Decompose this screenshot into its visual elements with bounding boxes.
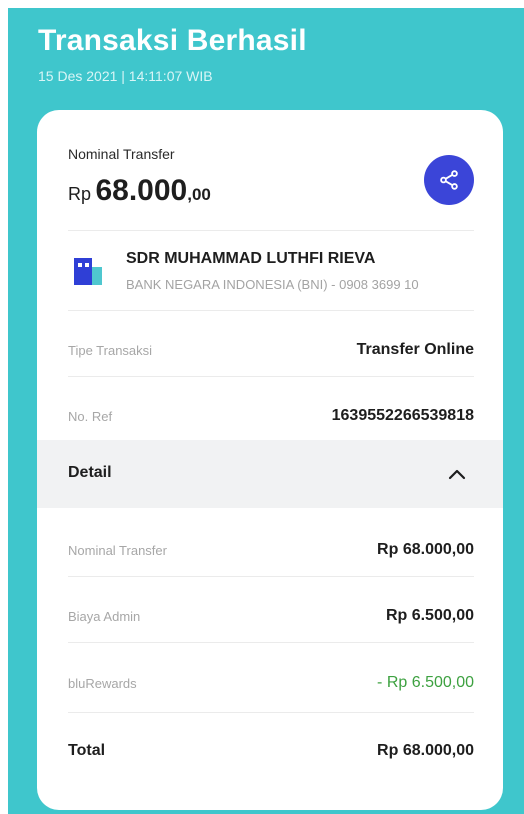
transaction-datetime: 15 Des 2021 | 14:11:07 WIB [38, 68, 213, 84]
blurewards-label: bluRewards [68, 676, 137, 691]
divider [68, 376, 474, 377]
total-label: Total [68, 742, 106, 759]
amount-main: 68.000 [95, 174, 188, 207]
admin-fee-value: Rp 6.500,00 [385, 607, 474, 624]
share-icon [440, 170, 458, 190]
recipient-name: SDR MUHAMMAD LUTHFI RIEVA [126, 250, 376, 267]
detail-nominal-label: Nominal Transfer [68, 543, 167, 558]
total-value: Rp 68.000,00 [377, 742, 474, 759]
page-title: Transaksi Berhasil [38, 24, 307, 57]
admin-fee-label: Biaya Admin [68, 609, 141, 624]
transaction-success-screen: Transaksi Berhasil 15 Des 2021 | 14:11:0… [8, 8, 524, 814]
detail-nominal-value: Rp 68.000,00 [377, 541, 474, 558]
detail-toggle[interactable]: Detail [37, 440, 503, 508]
reference-number-label: No. Ref [68, 409, 113, 424]
divider [68, 642, 474, 643]
currency-label: Rp [68, 184, 92, 204]
chevron-up-icon [448, 469, 466, 480]
transaction-type-value: Transfer Online [356, 341, 474, 358]
receipt-card: Nominal Transfer Rp 68.000,00 SDR MUHAMM… [37, 110, 503, 810]
nominal-transfer-label: Nominal Transfer [68, 146, 175, 162]
share-button[interactable] [424, 155, 474, 205]
detail-label: Detail [68, 464, 112, 481]
nominal-transfer-amount: Rp 68.000,00 [68, 174, 211, 208]
transaction-type-label: Tipe Transaksi [68, 343, 153, 358]
recipient-bank-account: BANK NEGARA INDONESIA (BNI) - 0908 3699 … [126, 277, 419, 292]
reference-number-value: 1639552266539818 [331, 407, 474, 424]
divider [68, 310, 474, 311]
divider [68, 712, 474, 713]
bank-building-icon [74, 258, 102, 285]
divider [68, 230, 474, 231]
amount-decimal: ,00 [187, 185, 211, 204]
blurewards-value: - Rp 6.500,00 [377, 674, 474, 691]
divider [68, 576, 474, 577]
